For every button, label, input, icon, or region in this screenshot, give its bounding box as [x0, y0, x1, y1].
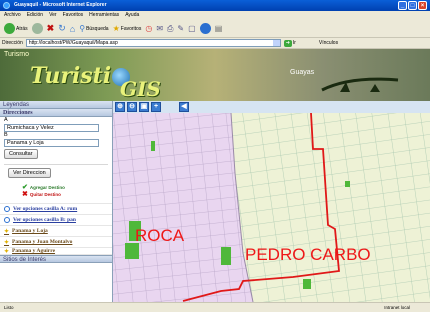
print-icon[interactable]: ⎙ [167, 24, 173, 34]
result-label: Panama y Aguirre [12, 248, 56, 254]
result-label: Panama y Loja [12, 228, 48, 234]
refresh-icon[interactable]: ↻ [58, 23, 66, 34]
back-arrow-icon [4, 23, 15, 34]
mail-icon[interactable]: ✉ [156, 24, 163, 33]
zone-text: Intranet local [384, 305, 410, 310]
star-icon: ★ [112, 24, 120, 33]
field-b-label: B [4, 132, 8, 138]
status-bar: Listo Intranet local [0, 302, 430, 312]
discuss-icon[interactable]: ▢ [188, 24, 196, 33]
window-title: Guayaquil - Microsoft Internet Explorer [14, 2, 107, 8]
points-of-interest-header[interactable]: Sitios de Interés [0, 255, 112, 263]
magnifier-icon [4, 217, 10, 223]
menu-ver[interactable]: Ver [49, 11, 57, 20]
research-icon[interactable]: ▤ [215, 24, 223, 33]
go-label: Ir [292, 40, 296, 46]
options-a-label: Ver opciones casilla A: rum [13, 206, 78, 212]
magnifier-icon [4, 206, 10, 212]
stop-icon[interactable]: ✖ [47, 23, 55, 34]
options-b-link[interactable]: Ver opciones casilla B: pan [0, 215, 112, 226]
browser-toolbar: Atrás ✖ ↻ ⌂ ⚲ Búsqueda ★ Favoritos ◷ ✉ ⎙… [0, 20, 430, 38]
result-item[interactable]: ✦ Panama y Juan Montalvo [0, 237, 112, 248]
options-a-link[interactable]: Ver opciones casilla A: rum [0, 204, 112, 215]
edit-icon[interactable]: ✎ [177, 24, 184, 33]
links-label[interactable]: Vínculos [319, 40, 338, 46]
maximize-button[interactable]: □ [408, 1, 417, 10]
district-label-roca: ROCA [135, 226, 185, 245]
menu-herramientas[interactable]: Herramientas [89, 11, 119, 20]
menu-bar: Archivo Edición Ver Favoritos Herramient… [0, 11, 430, 20]
banner-guayas: Guayas [290, 69, 315, 76]
back-label: Atrás [16, 25, 28, 32]
ie-icon [3, 2, 10, 9]
field-a-label: A [4, 117, 8, 123]
search-button[interactable]: ⚲ Búsqueda [79, 24, 108, 33]
street-map[interactable]: ROCA PEDRO CARBO [113, 113, 430, 302]
close-button[interactable]: × [418, 1, 427, 10]
go-arrow-icon: ➜ [283, 39, 292, 47]
menu-edicion[interactable]: Edición [27, 11, 43, 20]
bullet-star-icon: ✦ [4, 239, 10, 246]
map-toolbar: ⊕ ⊖ ▣ + ◀ [113, 101, 430, 113]
favorites-label: Favoritos [120, 25, 142, 32]
zoom-out-icon[interactable]: ⊖ [127, 102, 137, 112]
menu-favoritos[interactable]: Favoritos [63, 11, 84, 20]
address-b-input[interactable]: Panama y Loja [4, 139, 99, 147]
forward-arrow-icon[interactable] [31, 23, 43, 34]
full-extent-icon[interactable]: ▣ [139, 102, 149, 112]
district-label-pedro-carbo: PEDRO CARBO [245, 245, 371, 264]
search-icon: ⚲ [79, 24, 86, 33]
favorites-button[interactable]: ★ Favoritos [113, 24, 142, 33]
page-content: Turismo Turisti GIS Guayas Leyendas Dire… [0, 49, 430, 302]
address-label: Dirección [2, 40, 23, 46]
banner-turismo: Turismo [4, 51, 30, 58]
consultar-button[interactable]: Consultar [4, 149, 38, 159]
bullet-star-icon: ✦ [4, 249, 10, 255]
menu-ayuda[interactable]: Ayuda [125, 11, 139, 20]
logo-gis: GIS [120, 77, 161, 101]
x-icon: ✖ [22, 191, 28, 198]
address-dropdown-icon[interactable] [272, 40, 280, 46]
result-item[interactable]: ✦ Panama y Aguirre [0, 248, 112, 255]
site-banner: Turismo Turisti GIS Guayas [0, 49, 430, 101]
ver-direccion-button[interactable]: Ver Direccion [8, 168, 51, 178]
options-b-label: Ver opciones casilla B: pan [13, 217, 76, 223]
window-titlebar: Guayaquil - Microsoft Internet Explorer … [0, 0, 430, 11]
address-input[interactable]: http://localhost/PW/Guayaquil/Mapa.asp [25, 39, 281, 47]
history-icon[interactable]: ◷ [145, 24, 152, 33]
pan-icon[interactable]: + [151, 102, 161, 112]
search-label: Búsqueda [86, 25, 109, 32]
address-a-input[interactable]: Rumichaca y Velez [4, 124, 99, 132]
minimize-button[interactable]: _ [398, 1, 407, 10]
add-destination-label: Agregar Destino [29, 185, 65, 190]
messenger-icon[interactable] [199, 23, 211, 34]
zoom-in-icon[interactable]: ⊕ [115, 102, 125, 112]
status-text: Listo [4, 305, 14, 310]
back-extent-icon[interactable]: ◀ [179, 102, 189, 112]
directions-header[interactable]: Direcciones [0, 109, 112, 117]
add-destination-button[interactable]: ✔ Agregar Destino [22, 184, 112, 191]
sidebar: Leyendas Direcciones A Rumichaca y Velez… [0, 101, 113, 302]
site-logo: Turisti [30, 63, 131, 89]
go-button[interactable]: ➜ Ir [283, 39, 296, 47]
result-label: Panama y Juan Montalvo [12, 239, 73, 245]
menu-archivo[interactable]: Archivo [4, 11, 21, 20]
banner-swoosh [321, 77, 399, 92]
check-icon: ✔ [22, 184, 28, 191]
remove-destination-button[interactable]: ✖ Quitar Destino [22, 191, 112, 198]
bullet-star-icon: ✦ [4, 228, 10, 235]
remove-destination-label: Quitar Destino [29, 192, 61, 197]
legend-header[interactable]: Leyendas [0, 101, 112, 109]
home-icon[interactable]: ⌂ [70, 24, 75, 34]
address-url: http://localhost/PW/Guayaquil/Mapa.asp [28, 40, 118, 46]
result-item[interactable]: ✦ Panama y Loja [0, 226, 112, 237]
logo-text: Turisti [30, 63, 112, 89]
address-bar: Dirección http://localhost/PW/Guayaquil/… [0, 38, 430, 49]
map-view[interactable]: ROCA PEDRO CARBO [113, 113, 430, 302]
back-button[interactable]: Atrás [4, 23, 28, 34]
